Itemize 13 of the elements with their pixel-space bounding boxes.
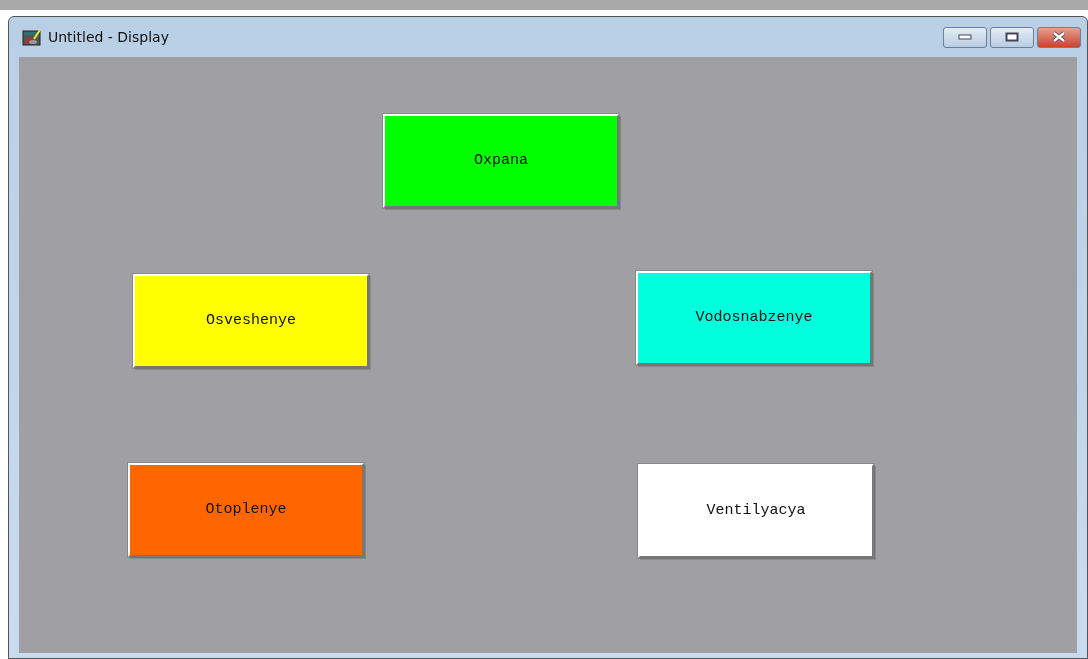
- window-title: Untitled - Display: [48, 27, 169, 47]
- display-app-icon: [22, 28, 42, 46]
- close-button[interactable]: [1037, 26, 1081, 48]
- maximize-icon: [1005, 32, 1019, 42]
- display-button[interactable]: Ventilyacya: [638, 464, 874, 558]
- minimize-icon: [958, 34, 972, 40]
- display-button[interactable]: Osveshenye: [133, 274, 369, 368]
- maximize-button[interactable]: [990, 26, 1034, 48]
- display-button[interactable]: Oxpana: [383, 114, 619, 208]
- display-button[interactable]: Otoplenye: [128, 463, 364, 557]
- close-icon: [1051, 31, 1067, 43]
- display-button[interactable]: Vodosnabzenye: [636, 271, 872, 365]
- minimize-button[interactable]: [943, 26, 987, 48]
